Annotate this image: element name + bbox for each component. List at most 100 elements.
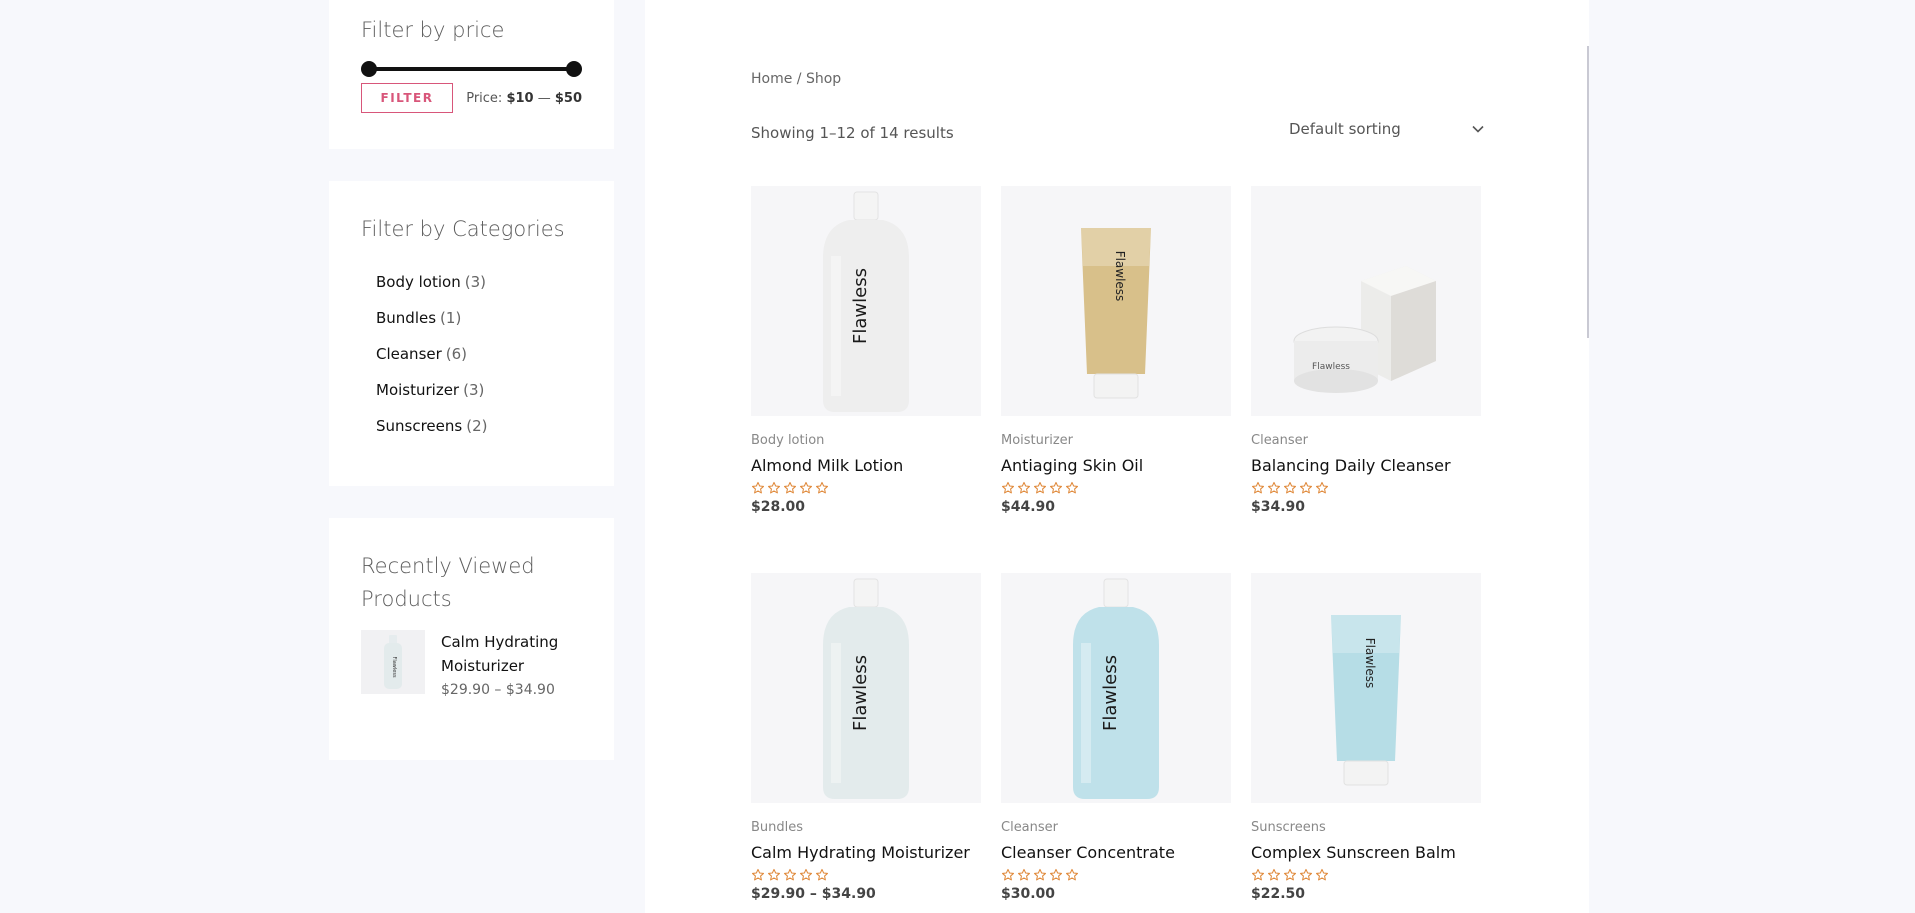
bottle-illustration: Flawless — [1073, 578, 1159, 799]
price-separator: — — [537, 90, 551, 106]
product-name[interactable]: Balancing Daily Cleanser — [1251, 456, 1481, 475]
product-category: Cleanser — [1001, 820, 1059, 835]
product-name[interactable]: Complex Sunscreen Balm — [1251, 843, 1481, 862]
product-rating — [1251, 481, 1481, 495]
product-price: $29.90 – $34.90 — [751, 886, 876, 902]
product-brand-text: Flawless — [1312, 362, 1350, 372]
product-image[interactable]: Flawless — [1251, 186, 1481, 416]
product-image[interactable]: Flawless — [1001, 573, 1231, 803]
star-icon — [1065, 868, 1079, 881]
star-icon — [1049, 868, 1063, 881]
price-prefix: Price: — [466, 90, 503, 106]
jar-illustration: Flawless — [1293, 266, 1436, 393]
breadcrumb-home-link[interactable]: Home — [751, 71, 792, 87]
breadcrumb: Home / Shop — [751, 71, 841, 87]
slider-max-handle[interactable] — [566, 61, 582, 77]
price-filter-row: FILTER Price: $10 — $50 — [361, 83, 582, 113]
price-filter-title: Filter by price — [361, 18, 505, 42]
product-card: Flawless Sunscreens Complex Sunscreen Balm… — [1251, 573, 1481, 902]
star-icon — [783, 868, 797, 881]
category-link-body-lotion[interactable]: Body lotion — [376, 273, 461, 291]
star-icon — [1033, 868, 1047, 881]
product-image[interactable]: Flawless — [1001, 186, 1231, 416]
star-icon — [1001, 481, 1015, 494]
product-name[interactable]: Almond Milk Lotion — [751, 456, 981, 475]
star-icon — [1283, 868, 1297, 881]
product-card: Flawless Moisturizer Antiaging Skin Oil $44… — [1001, 186, 1231, 515]
product-rating — [751, 868, 981, 882]
star-icon — [1049, 481, 1063, 494]
recent-product-thumbnail[interactable]: Flawless — [361, 630, 425, 694]
product-category: Moisturizer — [1001, 433, 1074, 448]
product-rating — [1001, 481, 1231, 495]
filter-button[interactable]: FILTER — [361, 83, 453, 113]
category-link-cleanser[interactable]: Cleanser — [376, 345, 442, 363]
star-icon — [1065, 481, 1079, 494]
category-count: (6) — [445, 345, 468, 363]
product-brand-text: Flawless — [850, 268, 871, 344]
category-link-sunscreens[interactable]: Sunscreens — [376, 417, 462, 435]
chevron-down-icon — [1472, 125, 1484, 133]
product-image[interactable]: Flawless — [1251, 573, 1481, 803]
product-price: $44.90 — [1001, 499, 1056, 515]
sorting-select[interactable]: Default sorting — [1289, 116, 1485, 142]
price-max: $50 — [554, 90, 582, 106]
star-icon — [815, 868, 829, 881]
category-item: Bundles (1) — [376, 300, 582, 336]
star-icon — [1033, 481, 1047, 494]
slider-min-handle[interactable] — [361, 61, 377, 77]
star-icon — [1017, 481, 1031, 494]
product-category: Cleanser — [1251, 433, 1309, 448]
price-range-slider[interactable] — [361, 61, 582, 77]
breadcrumb-current: Shop — [805, 71, 842, 87]
star-icon — [751, 481, 765, 494]
category-item: Moisturizer (3) — [376, 372, 582, 408]
bottle-illustration: Flawless — [823, 578, 909, 799]
product-name[interactable]: Antiaging Skin Oil — [1001, 456, 1231, 475]
star-icon — [1315, 868, 1329, 881]
product-category: Bundles — [751, 820, 804, 835]
slider-track — [368, 67, 575, 71]
tube-illustration: Flawless — [1331, 615, 1401, 786]
category-item: Sunscreens (2) — [376, 408, 582, 444]
star-icon — [1001, 868, 1015, 881]
star-icon — [1299, 868, 1313, 881]
product-card: Flawless Body lotion Almond Milk Lotion $28… — [751, 186, 981, 515]
product-price: $34.90 — [1251, 499, 1306, 515]
recently-viewed-item: Flawless Calm Hydrating Moisturizer $29.… — [361, 630, 582, 698]
category-count: (2) — [466, 417, 488, 435]
product-name[interactable]: Calm Hydrating Moisturizer — [751, 843, 981, 862]
shop-main-content: Home / Shop Showing 1–12 of 14 results D… — [645, 0, 1589, 913]
star-icon — [1017, 868, 1031, 881]
product-price: $28.00 — [751, 499, 806, 515]
product-image[interactable]: Flawless — [751, 573, 981, 803]
product-rating — [751, 481, 981, 495]
recent-product-info: Calm Hydrating Moisturizer $29.90 – $34.… — [441, 630, 582, 698]
star-icon — [751, 868, 765, 881]
recent-product-name[interactable]: Calm Hydrating Moisturizer — [441, 630, 582, 678]
category-link-moisturizer[interactable]: Moisturizer — [376, 381, 459, 399]
category-count: (3) — [463, 381, 485, 399]
star-icon — [1283, 481, 1297, 494]
recent-product-price: $29.90 – $34.90 — [441, 682, 555, 698]
bottle-illustration: Flawless — [823, 191, 909, 412]
scrollbar-thumb[interactable] — [1587, 46, 1589, 338]
product-card: Flawless Cleanser Balancing Daily Cleanser… — [1251, 186, 1481, 515]
star-icon — [1267, 868, 1281, 881]
product-brand-text: Flawless — [1100, 655, 1121, 731]
star-icon — [783, 481, 797, 494]
star-icon — [767, 481, 781, 494]
product-image[interactable]: Flawless — [751, 186, 981, 416]
category-count: (1) — [440, 309, 462, 327]
product-name[interactable]: Cleanser Concentrate — [1001, 843, 1231, 862]
bottle-icon: Flawless — [384, 635, 402, 689]
product-brand-text: Flawless — [1363, 638, 1377, 689]
sorting-selected-label: Default sorting — [1289, 120, 1401, 138]
product-brand-text: Flawless — [1113, 251, 1127, 302]
product-rating — [1001, 868, 1231, 882]
product-card: Flawless Bundles Calm Hydrating Moisturize… — [751, 573, 981, 902]
star-icon — [815, 481, 829, 494]
category-link-bundles[interactable]: Bundles — [376, 309, 436, 327]
product-price: $30.00 — [1001, 886, 1056, 902]
price-filter-widget: Filter by price FILTER Price: $10 — $50 — [329, 0, 614, 149]
